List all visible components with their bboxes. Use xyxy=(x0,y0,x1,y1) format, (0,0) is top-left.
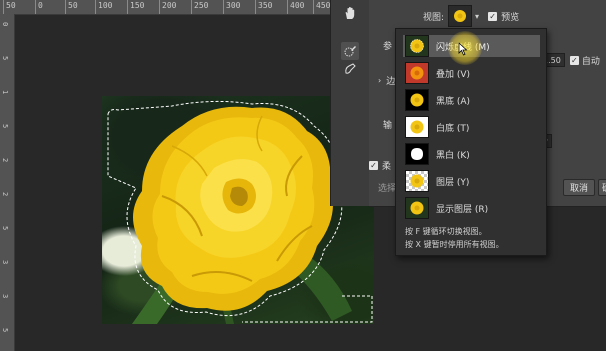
radius-row: 1.50 ✓ 自动 xyxy=(539,53,600,67)
ruler-number: 450 xyxy=(316,1,331,10)
ruler-tick xyxy=(65,0,66,14)
ruler-number: 3 xyxy=(1,260,9,265)
menu-item-on-layers[interactable]: 图层 (Y) xyxy=(403,170,540,192)
ruler-number: 300 xyxy=(226,1,241,10)
refine-edge-toolbar xyxy=(330,0,370,206)
top-ruler: 50 0 50 100 150 200 250 300 350 400 450 xyxy=(0,0,330,15)
menu-item-on-white[interactable]: 白底 (T) xyxy=(403,116,540,138)
ruler-tick xyxy=(287,0,288,14)
chevron-right-icon[interactable]: › xyxy=(378,76,381,85)
select-row: 选择 xyxy=(378,181,396,194)
hint-disable-views: 按 X 键暂时停用所有视图。 xyxy=(405,240,504,249)
select-label: 选择 xyxy=(378,184,397,194)
output-label: 输 xyxy=(383,121,393,131)
ruler-number: 2 xyxy=(1,158,9,163)
black-white-thumb xyxy=(405,143,429,165)
ruler-number: 0 xyxy=(38,1,43,10)
menu-item-label: 白底 (T) xyxy=(436,123,470,134)
ruler-number: 3 xyxy=(1,294,9,299)
soft-checkbox[interactable]: ✓ xyxy=(369,161,378,170)
on-black-thumb xyxy=(405,89,429,111)
mouse-pointer-icon xyxy=(458,42,468,56)
ok-button[interactable]: 确 xyxy=(598,179,606,196)
ruler-number: 2 xyxy=(1,192,9,197)
eraser-brush-icon[interactable] xyxy=(341,60,359,78)
ruler-tick xyxy=(3,0,4,14)
ruler-number: 1 xyxy=(1,90,9,95)
on-layers-thumb xyxy=(405,170,429,192)
view-label: 视图: xyxy=(423,12,445,23)
marching-ants-thumb xyxy=(405,35,429,57)
menu-item-overlay[interactable]: 叠加 (V) xyxy=(403,62,540,84)
hand-icon[interactable] xyxy=(341,4,359,22)
params-label: 参 xyxy=(383,42,393,52)
reveal-layer-thumb xyxy=(405,197,429,219)
ruler-tick xyxy=(191,0,192,14)
cancel-button[interactable]: 取消 xyxy=(563,179,595,196)
menu-item-on-black[interactable]: 黑底 (A) xyxy=(403,89,540,111)
ruler-number: 5 xyxy=(1,328,9,333)
edge-section-label: 边 xyxy=(386,77,396,87)
output-section: 输 xyxy=(383,118,392,131)
soft-label: 柔 xyxy=(382,162,392,172)
ruler-tick xyxy=(127,0,128,14)
ruler-number: 200 xyxy=(162,1,177,10)
auto-label: 自动 xyxy=(581,56,600,67)
ruler-number: 5 xyxy=(1,124,9,129)
ruler-tick xyxy=(35,0,36,14)
refine-edge-brush-icon[interactable] xyxy=(341,42,359,60)
ruler-tick xyxy=(255,0,256,14)
auto-checkbox[interactable]: ✓ xyxy=(569,55,579,65)
ruler-number: 100 xyxy=(98,1,113,10)
ruler-number: 400 xyxy=(290,1,305,10)
ruler-number: 150 xyxy=(130,1,145,10)
ruler-tick xyxy=(223,0,224,14)
chevron-down-icon[interactable]: ▾ xyxy=(475,12,479,21)
ruler-number: 0 xyxy=(1,22,9,27)
menu-item-label: 叠加 (V) xyxy=(436,69,471,80)
menu-item-label: 黑白 (K) xyxy=(436,150,470,161)
ruler-tick xyxy=(95,0,96,14)
preview-label: 预览 xyxy=(501,12,520,23)
on-white-thumb xyxy=(405,116,429,138)
menu-item-label: 黑底 (A) xyxy=(436,96,471,107)
view-row: 视图: ▾ ✓ 预览 xyxy=(423,5,519,27)
ruler-number: 50 xyxy=(6,1,16,10)
menu-item-label: 图层 (Y) xyxy=(436,177,470,188)
left-ruler: 0 5 1 5 2 2 5 3 3 5 xyxy=(0,14,15,351)
ruler-number: 5 xyxy=(1,56,9,61)
ruler-number: 350 xyxy=(258,1,273,10)
view-mode-thumb[interactable] xyxy=(448,5,473,27)
soft-row: ✓ 柔 xyxy=(369,159,391,172)
ruler-tick xyxy=(159,0,160,14)
ruler-tick xyxy=(313,0,314,14)
ruler-number: 5 xyxy=(1,226,9,231)
ruler-number: 250 xyxy=(194,1,209,10)
ruler-number: 50 xyxy=(68,1,78,10)
edge-section[interactable]: › 边 xyxy=(378,74,395,87)
overlay-thumb xyxy=(405,62,429,84)
hint-cycle-views: 按 F 键循环切换视图。 xyxy=(405,227,487,236)
menu-item-black-white[interactable]: 黑白 (K) xyxy=(403,143,540,165)
params-section: 参 xyxy=(383,39,392,52)
menu-item-reveal-layer[interactable]: 显示图层 (R) xyxy=(403,197,540,219)
preview-checkbox[interactable]: ✓ xyxy=(488,11,498,21)
menu-item-label: 显示图层 (R) xyxy=(436,204,489,215)
